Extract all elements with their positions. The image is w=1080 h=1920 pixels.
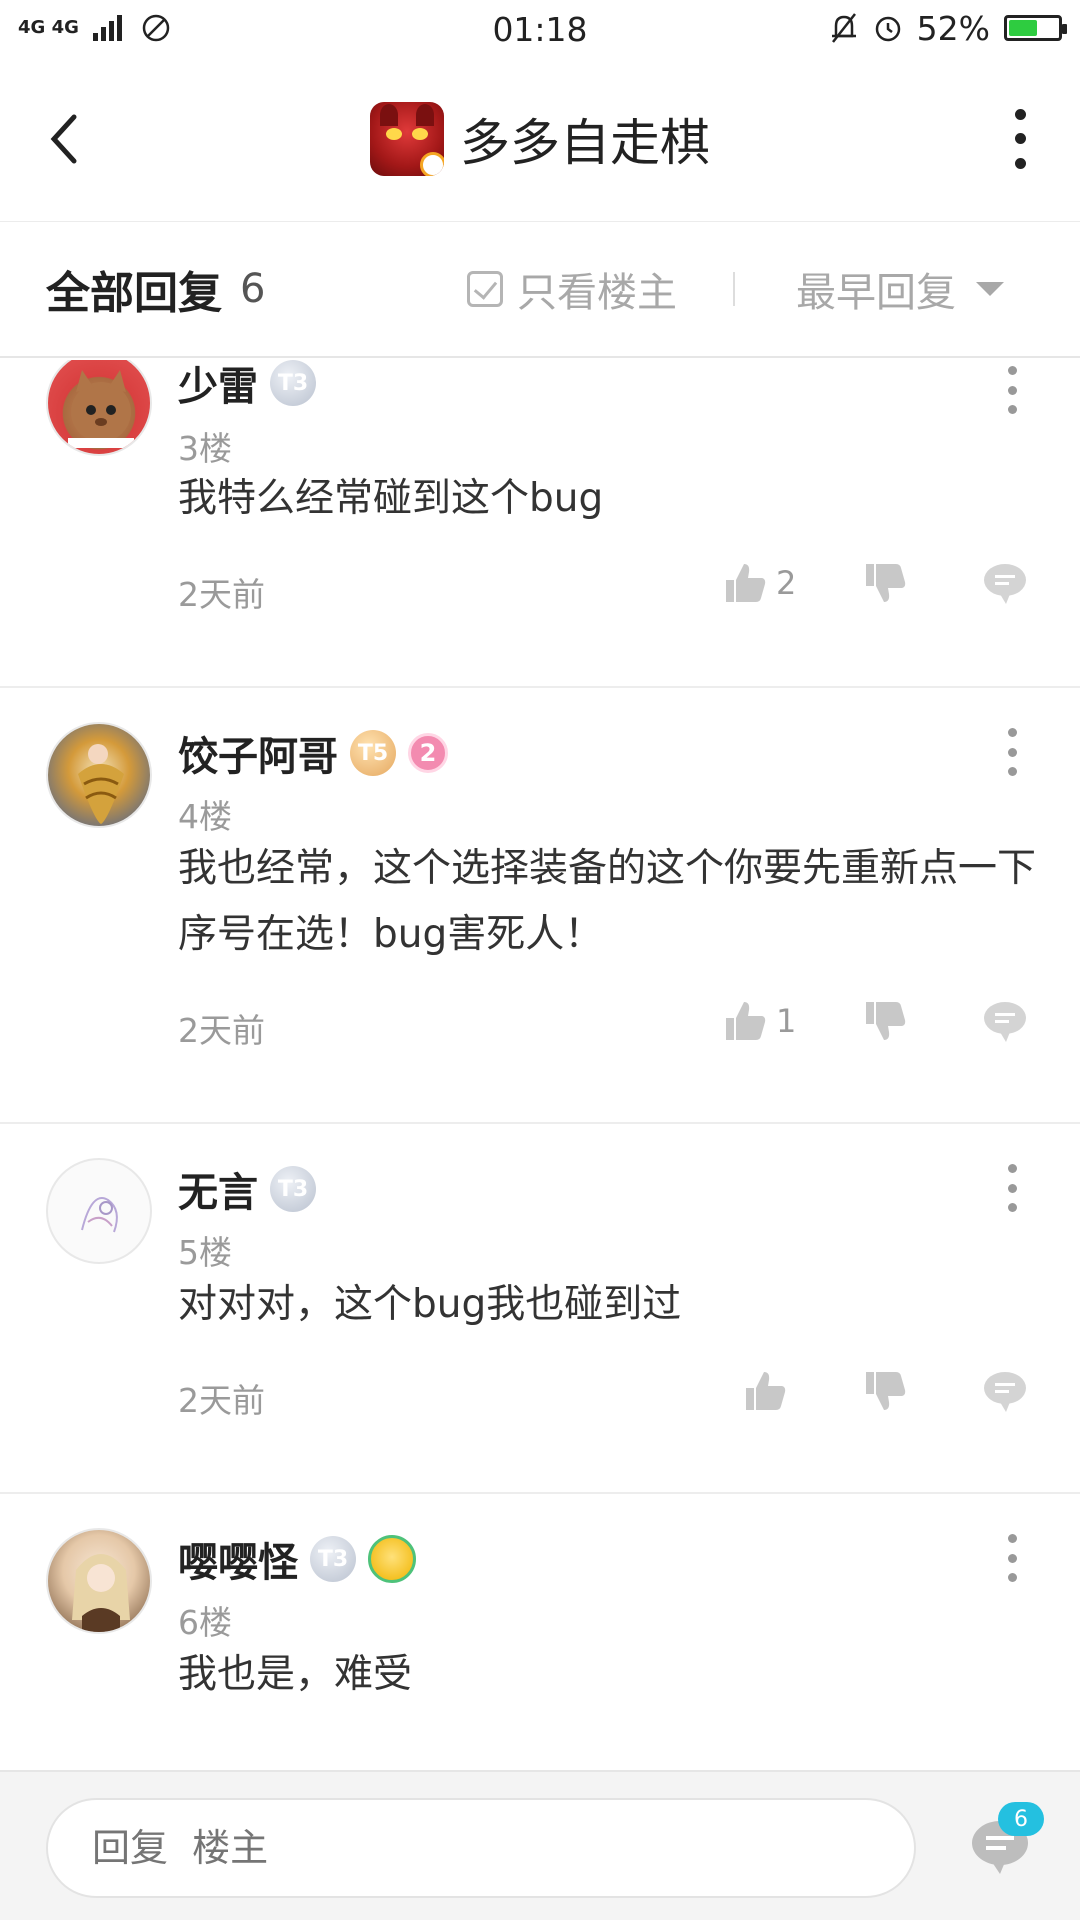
girl-avatar-icon <box>72 1554 130 1632</box>
reply-count: 6 <box>240 266 266 312</box>
game-logo-icon <box>370 101 444 176</box>
bottom-bar: 6 <box>0 1770 1080 1920</box>
dislike-button[interactable] <box>862 560 908 606</box>
comment-count-badge: 6 <box>998 1802 1044 1836</box>
like-count: 1 <box>776 1002 797 1040</box>
comment-button[interactable] <box>982 998 1028 1044</box>
level-badge-icon: T5 <box>350 730 396 776</box>
username[interactable]: 饺子阿哥 <box>178 724 338 782</box>
reply-content: 我也经常，这个选择装备的这个你要先重新点一下序号在选！bug害死人！ <box>178 846 1037 957</box>
like-button[interactable]: 1 <box>722 998 796 1044</box>
avatar[interactable] <box>46 722 152 828</box>
caret-down-icon <box>976 282 1004 296</box>
battery-icon <box>1004 15 1067 41</box>
thumbs-down-icon <box>866 564 906 602</box>
level-badge-icon: T3 <box>270 360 316 406</box>
like-button[interactable] <box>742 1368 788 1414</box>
comment-icon <box>984 1372 1026 1412</box>
only-op-toggle[interactable]: 只看楼主 <box>467 260 677 318</box>
username[interactable]: 嘤嘤怪 <box>178 1530 298 1588</box>
rank-badge-icon: 2 <box>408 733 448 773</box>
reply-time: 2天前 <box>178 1381 265 1420</box>
level-badge-icon: T3 <box>310 1536 356 1582</box>
all-replies-title: 全部回复 <box>46 268 222 319</box>
username[interactable]: 少雷 <box>178 360 258 412</box>
reply-content: 我也是，难受 <box>178 1652 413 1697</box>
more-options-icon[interactable] <box>1008 108 1032 169</box>
comment-icon <box>984 564 1026 604</box>
divider <box>733 272 735 306</box>
name-row: 少雷 T3 <box>178 360 316 412</box>
floor-label: 6楼 <box>178 1603 232 1642</box>
reply-item: 无言 T3 5楼 对对对，这个bug我也碰到过 2天前 <box>0 1124 1080 1494</box>
like-count: 2 <box>776 564 797 602</box>
sketch-avatar-icon <box>81 1197 118 1233</box>
reply-item: 嘤嘤怪 T3 6楼 我也是，难受 <box>0 1494 1080 1770</box>
checkbox-icon[interactable] <box>467 271 503 307</box>
reply-more-icon[interactable] <box>1004 728 1020 776</box>
only-op-label: 只看楼主 <box>517 270 677 316</box>
reply-input[interactable] <box>46 1798 916 1898</box>
cat-avatar-icon <box>68 370 134 448</box>
level-badge-icon: T3 <box>270 1166 316 1212</box>
reply-more-icon[interactable] <box>1004 1164 1020 1212</box>
reply-more-icon[interactable] <box>1004 366 1020 414</box>
comment-button[interactable] <box>982 1368 1028 1414</box>
status-bar: 4G 4G 01:18 52% <box>0 0 1080 56</box>
name-row: 饺子阿哥 T5 2 <box>178 724 448 782</box>
thumbs-up-icon <box>746 1372 786 1410</box>
page-title: 多多自走棋 <box>460 113 710 172</box>
sort-label: 最早回复 <box>796 270 956 316</box>
sort-dropdown[interactable]: 最早回复 <box>796 260 1004 318</box>
thumbs-down-icon <box>866 1002 906 1040</box>
avatar-badge-icon <box>368 1535 416 1583</box>
dislike-button[interactable] <box>862 1368 908 1414</box>
thumbs-up-icon <box>726 1002 766 1040</box>
back-arrow-icon[interactable] <box>44 109 84 169</box>
forum-title[interactable]: 多多自走棋 <box>370 101 710 176</box>
reply-more-icon[interactable] <box>1004 1534 1020 1582</box>
avatar[interactable] <box>46 1528 152 1634</box>
dislike-button[interactable] <box>862 998 908 1044</box>
floor-label: 5楼 <box>178 1233 232 1272</box>
floor-label: 4楼 <box>178 797 232 836</box>
title-bar: 多多自走棋 <box>0 56 1080 222</box>
avatar[interactable] <box>46 1158 152 1264</box>
username[interactable]: 无言 <box>178 1160 258 1218</box>
avatar[interactable] <box>46 360 152 456</box>
thumbs-up-icon <box>726 564 766 602</box>
like-button[interactable]: 2 <box>722 560 796 606</box>
reply-time: 2天前 <box>178 575 265 614</box>
reply-list[interactable]: 少雷 T3 3楼 我特么经常碰到这个bug 2天前 2 饺子阿哥 T5 2 4楼… <box>0 360 1080 1770</box>
comment-icon <box>984 1002 1026 1042</box>
floor-label: 3楼 <box>178 429 232 468</box>
filter-bar: 全部回复 6 只看楼主 最早回复 <box>0 222 1080 358</box>
reply-item: 饺子阿哥 T5 2 4楼 我也经常，这个选择装备的这个你要先重新点一下序号在选！… <box>0 688 1080 1124</box>
status-time: 01:18 <box>492 10 588 49</box>
name-row: 嘤嘤怪 T3 <box>178 1530 416 1588</box>
character-avatar-icon <box>78 744 124 824</box>
reply-content: 我特么经常碰到这个bug <box>178 476 604 521</box>
name-row: 无言 T3 <box>178 1160 316 1218</box>
comment-button[interactable] <box>982 560 1028 606</box>
reply-time: 2天前 <box>178 1011 265 1050</box>
reply-item: 少雷 T3 3楼 我特么经常碰到这个bug 2天前 2 <box>0 360 1080 688</box>
thumbs-down-icon <box>866 1372 906 1410</box>
reply-content: 对对对，这个bug我也碰到过 <box>178 1282 682 1327</box>
